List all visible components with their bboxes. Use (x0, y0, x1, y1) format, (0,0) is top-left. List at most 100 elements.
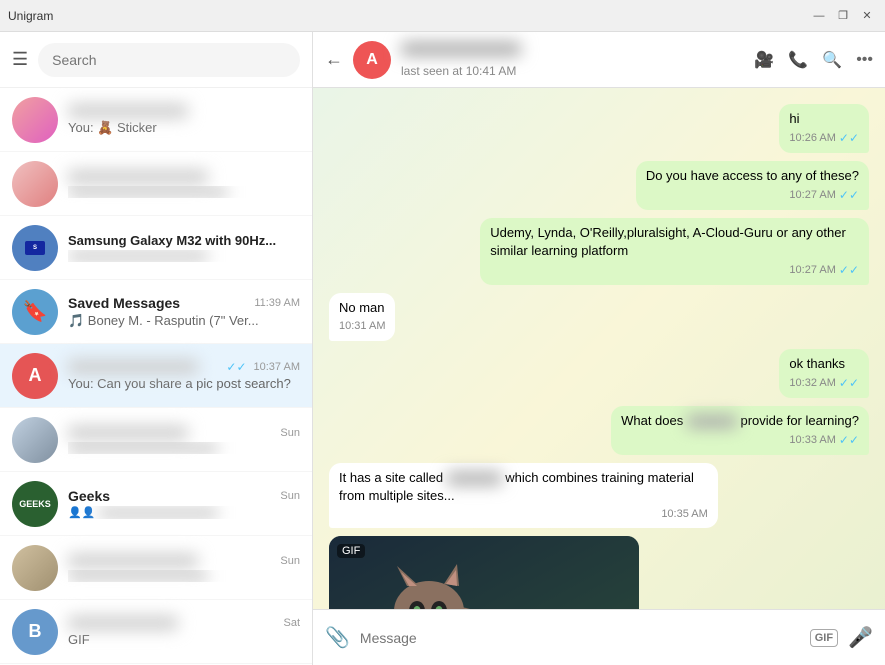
chat-time: Sun (280, 427, 300, 439)
chat-content: Sun (68, 554, 300, 582)
sidebar-header: ☰ (0, 32, 312, 88)
message-bubble: Do you have access to any of these? 10:2… (636, 161, 869, 210)
list-item[interactable]: Sun (0, 536, 312, 600)
chat-content: ✓✓ 10:37 AM You: Can you share a pic pos… (68, 360, 300, 391)
close-button[interactable]: ✕ (857, 6, 877, 26)
chat-time: 11:39 AM (254, 297, 300, 309)
chat-time: Sat (283, 617, 300, 629)
header-avatar: A (353, 41, 391, 79)
chat-time: Sun (280, 555, 300, 567)
chat-time: Sun (280, 490, 300, 502)
message-text: Udemy, Lynda, O'Reilly,pluralsight, A-Cl… (490, 225, 846, 258)
search-input[interactable] (38, 43, 300, 77)
message-time: 10:32 AM (789, 376, 835, 391)
list-item[interactable]: Sun (0, 408, 312, 472)
search-icon[interactable]: 🔍 (822, 50, 842, 70)
back-button[interactable]: ← (325, 49, 343, 70)
message-bubble: No man 10:31 AM (329, 293, 395, 341)
list-item[interactable]: 🔖 Saved Messages 11:39 AM 🎵 Boney M. - R… (0, 280, 312, 344)
list-item[interactable] (0, 152, 312, 216)
minimize-button[interactable]: — (809, 6, 829, 26)
message-text: Do you have access to any of these? (646, 168, 859, 183)
message-bubble: Udemy, Lynda, O'Reilly,pluralsight, A-Cl… (480, 218, 869, 285)
header-info: last seen at 10:41 AM (401, 42, 744, 78)
message-bubble: What does provide for learning? 10:33 AM… (611, 406, 869, 455)
chat-name (68, 360, 198, 374)
message-bubble: It has a site called which combines trai… (329, 463, 718, 529)
samsung-icon: S (25, 241, 45, 255)
header-name (401, 42, 521, 56)
message: hi 10:26 AM ✓✓ (329, 104, 869, 153)
list-item[interactable]: B Sat GIF (0, 600, 312, 664)
gif-label: GIF (337, 544, 365, 558)
message-time: 10:35 AM (661, 507, 707, 522)
read-receipt: ✓✓ (839, 262, 859, 279)
message-text: hi (789, 111, 799, 126)
read-receipt: ✓✓ (839, 130, 859, 147)
chat-preview: You: 🧸 Sticker (68, 120, 300, 136)
chat-time: 10:37 AM (254, 361, 300, 373)
menu-button[interactable]: ☰ (12, 49, 28, 70)
chat-content: Sat GIF (68, 616, 300, 647)
chat-content (68, 170, 300, 198)
restore-button[interactable]: ❐ (833, 6, 853, 26)
titlebar: Unigram — ❐ ✕ (0, 0, 885, 32)
list-item[interactable]: GEEKS Geeks Sun 👤👤 (0, 472, 312, 536)
message-time: 10:26 AM (789, 131, 835, 146)
list-item[interactable]: You: 🧸 Sticker (0, 88, 312, 152)
phone-icon[interactable]: 📞 (788, 50, 808, 70)
chat-name (68, 616, 178, 630)
list-item[interactable]: S Samsung Galaxy M32 with 90Hz... (0, 216, 312, 280)
gif-button[interactable]: GIF (810, 629, 838, 647)
chat-name (68, 170, 208, 184)
message-text: What does provide for learning? (621, 413, 859, 428)
message-time: 10:27 AM (789, 188, 835, 203)
gif-placeholder (329, 536, 639, 609)
message-time: 10:33 AM (789, 433, 835, 448)
mic-button[interactable]: 🎤 (848, 625, 873, 650)
avatar: 🔖 (12, 289, 58, 335)
avatar (12, 545, 58, 591)
message: GIF 10:35 AM ✓✓ (329, 536, 869, 609)
header-actions: 🎥 📞 🔍 ••• (754, 50, 873, 70)
message-time: 10:31 AM (339, 319, 385, 334)
more-icon[interactable]: ••• (856, 51, 873, 69)
message-text: No man (339, 300, 385, 315)
gif-message[interactable]: GIF 10:35 AM ✓✓ (329, 536, 639, 609)
message-text: ok thanks (789, 356, 845, 371)
video-call-icon[interactable]: 🎥 (754, 50, 774, 70)
chat-preview: You: Can you share a pic post search? (68, 376, 300, 391)
attach-button[interactable]: 📎 (325, 625, 350, 650)
avatar (12, 97, 58, 143)
message: Do you have access to any of these? 10:2… (329, 161, 869, 210)
chat-preview: GIF (68, 632, 300, 647)
chat-content: You: 🧸 Sticker (68, 104, 300, 136)
list-item[interactable]: A ✓✓ 10:37 AM You: Can you share a pic p… (0, 344, 312, 408)
message-input[interactable] (360, 630, 800, 646)
message: It has a site called which combines trai… (329, 463, 869, 529)
avatar: S (12, 225, 58, 271)
chat-content: Sun (68, 426, 300, 454)
chat-name: Samsung Galaxy M32 with 90Hz... (68, 233, 276, 248)
message: ok thanks 10:32 AM ✓✓ (329, 349, 869, 398)
read-receipt: ✓✓ (839, 187, 859, 204)
chat-name (68, 426, 188, 440)
message: Udemy, Lynda, O'Reilly,pluralsight, A-Cl… (329, 218, 869, 285)
chat-name (68, 104, 188, 118)
geeks-icon: GEEKS (19, 499, 51, 509)
chat-preview: 🎵 Boney M. - Rasputin (7" Ver... (68, 313, 300, 329)
window-controls: — ❐ ✕ (809, 6, 877, 26)
message-bubble: ok thanks 10:32 AM ✓✓ (779, 349, 869, 398)
avatar (12, 161, 58, 207)
sidebar: ☰ You: 🧸 Sticker (0, 32, 313, 665)
message-time: 10:27 AM (789, 263, 835, 278)
chat-header: ← A last seen at 10:41 AM 🎥 📞 🔍 ••• (313, 32, 885, 88)
app-title: Unigram (8, 9, 53, 23)
read-receipt: ✓✓ (839, 375, 859, 392)
input-area: 📎 GIF 🎤 (313, 609, 885, 665)
chat-window: ← A last seen at 10:41 AM 🎥 📞 🔍 ••• hi 1… (313, 32, 885, 665)
chat-name: Geeks (68, 488, 110, 504)
header-status: last seen at 10:41 AM (401, 64, 744, 78)
chat-content: Saved Messages 11:39 AM 🎵 Boney M. - Ras… (68, 295, 300, 329)
avatar (12, 417, 58, 463)
